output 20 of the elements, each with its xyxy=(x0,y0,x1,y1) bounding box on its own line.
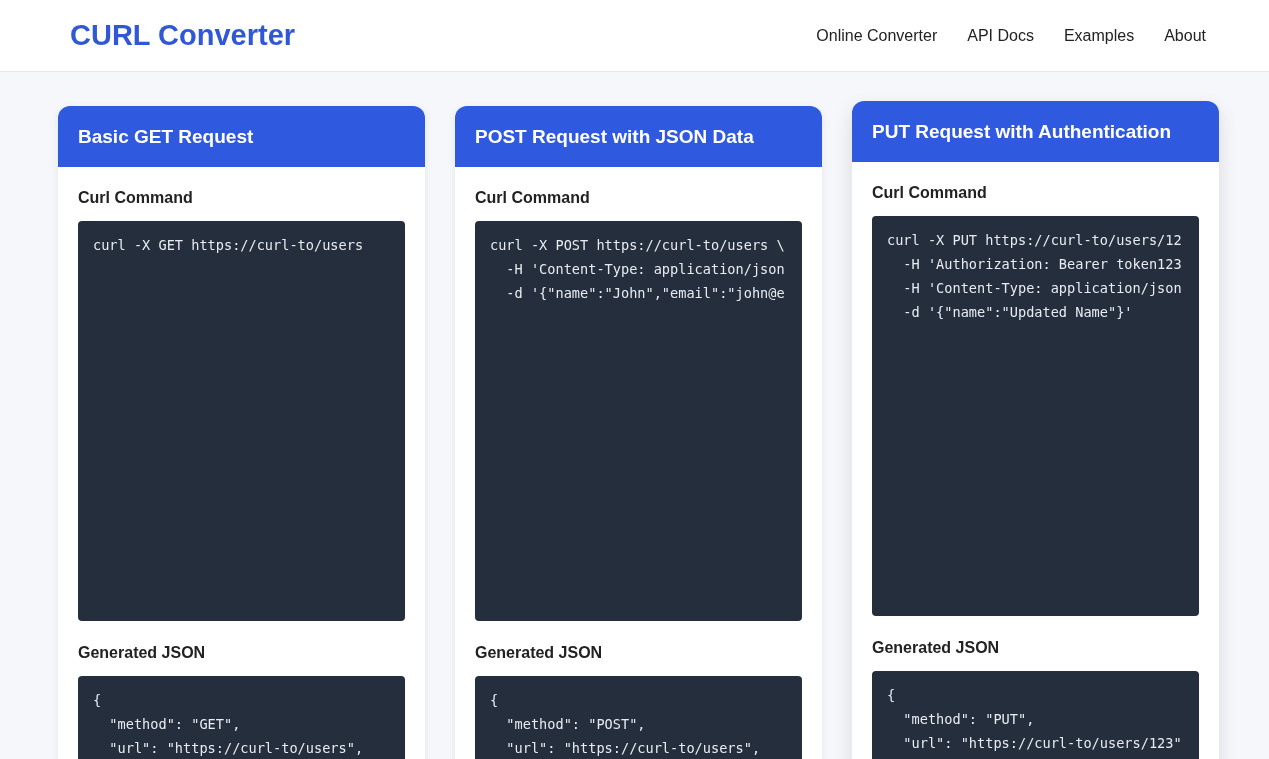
nav-link[interactable]: Online Converter xyxy=(816,26,938,45)
nav-link[interactable]: API Docs xyxy=(967,26,1034,45)
nav-link[interactable]: About xyxy=(1164,26,1206,45)
code-block: curl -X PUT https://curl-to/users/12 -H 'Authorization: Bearer token123 -H 'Content-Type: application/json -d '{"name":"Updated Name"}' xyxy=(872,216,1199,616)
card-title: PUT Request with Authentication xyxy=(852,101,1219,162)
code-block: { "method": "GET", "url": "https://curl-to/users", xyxy=(78,676,405,759)
code-block: { "method": "PUT", "url": "https://curl-to/users/123" xyxy=(872,671,1199,759)
card-title: POST Request with JSON Data xyxy=(455,106,822,167)
card-title: Basic GET Request xyxy=(58,106,425,167)
logo: CURL Converter xyxy=(70,19,296,52)
section-label: Generated JSON xyxy=(475,644,604,662)
section-label: Generated JSON xyxy=(872,639,1001,657)
section-label: Curl Command xyxy=(475,189,591,207)
section-label: Curl Command xyxy=(78,189,194,207)
section-label: Curl Command xyxy=(872,184,988,202)
section-label: Generated JSON xyxy=(78,644,207,662)
code-block: curl -X POST https://curl-to/users \ -H 'Content-Type: application/json -d '{"name":"John","email":"john@e xyxy=(475,221,802,621)
nav-link[interactable]: Examples xyxy=(1063,26,1135,45)
code-block: curl -X GET https://curl-to/users xyxy=(78,221,405,621)
code-block: { "method": "POST", "url": "https://curl-to/users", xyxy=(475,676,802,759)
